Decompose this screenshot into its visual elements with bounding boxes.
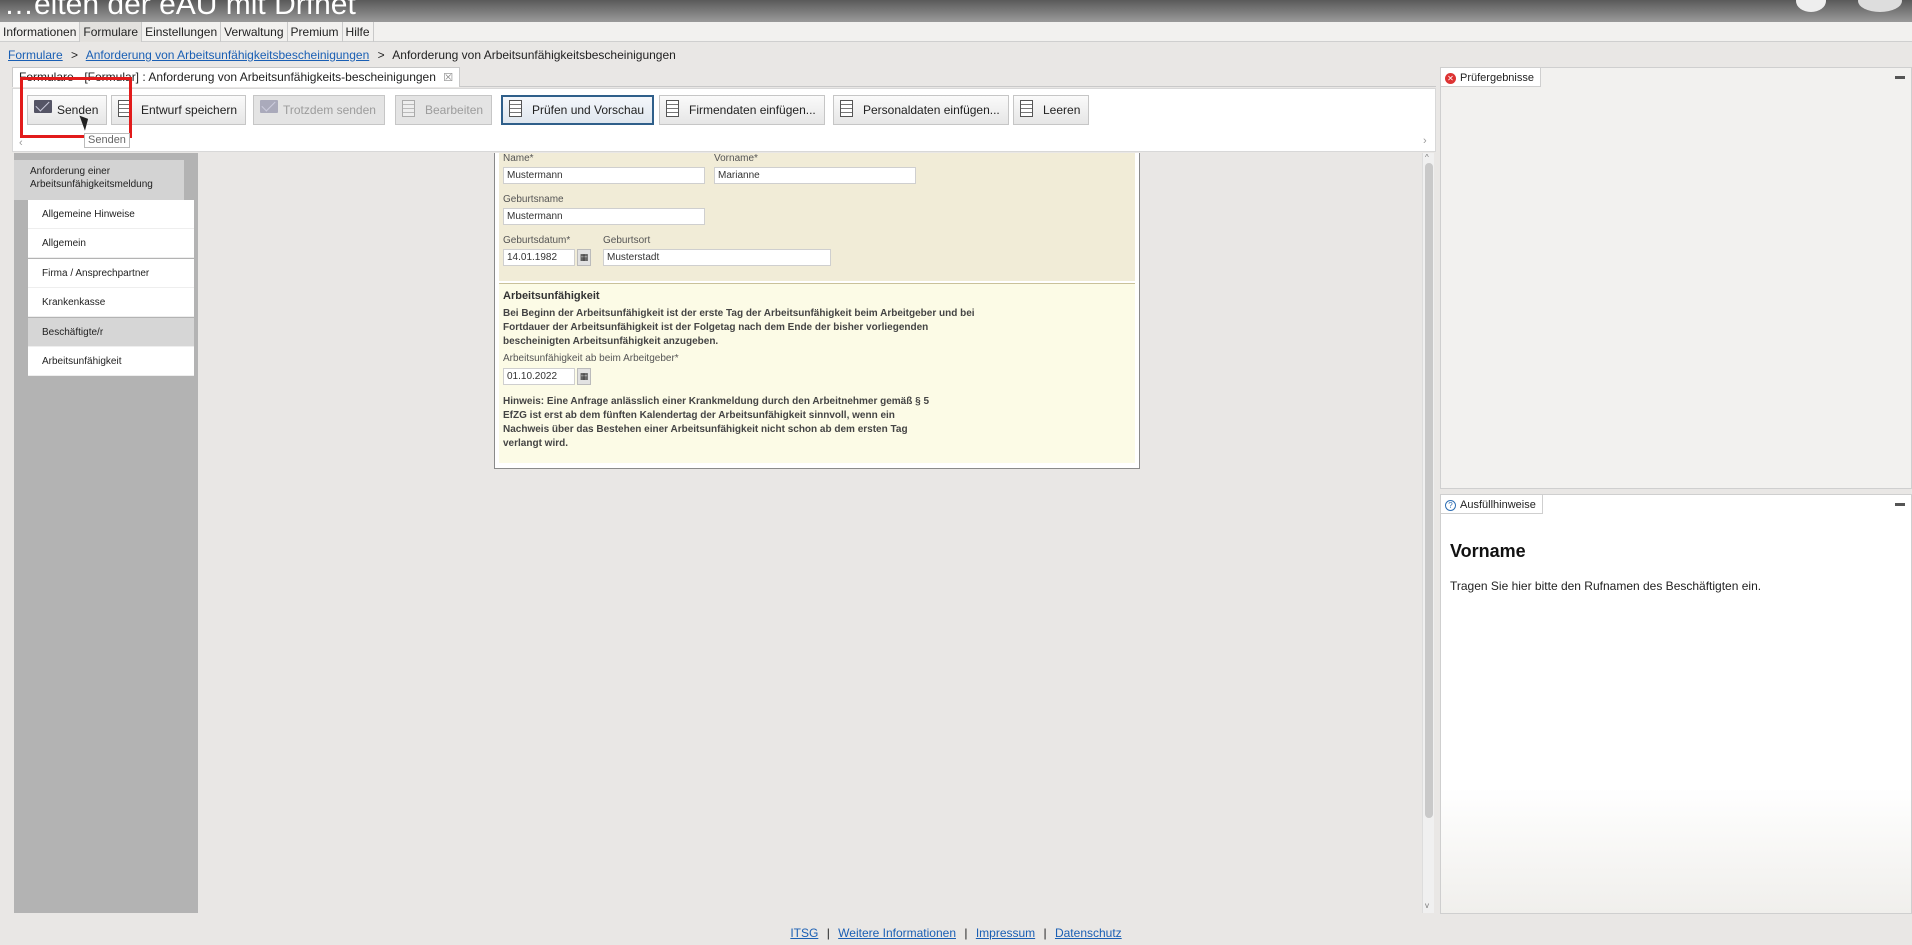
form-card: Name* Mustermann Vorname* Marianne Gebur… — [494, 153, 1140, 469]
hinweis-text: Hinweis: Eine Anfrage anlässlich einer K… — [503, 396, 930, 449]
close-icon[interactable]: ☒ — [443, 72, 453, 84]
footer-link-weitere-informationen[interactable]: Weitere Informationen — [838, 926, 956, 940]
document-icon — [666, 100, 679, 117]
editor-tab-bar: Formulare - [Formular] : Anforderung von… — [12, 67, 1436, 87]
nav-item-allgemeine-hinweise[interactable]: Allgemeine Hinweise — [28, 200, 194, 229]
chevron-down-icon[interactable]: v — [1425, 901, 1429, 910]
document-icon — [1020, 100, 1033, 117]
hints-tab[interactable]: ? Ausfüllhinweise — [1441, 495, 1543, 514]
save-draft-label: Entwurf speichern — [141, 103, 238, 117]
send-envelope-icon — [260, 100, 278, 113]
au-ab-field[interactable]: 01.10.2022 — [503, 368, 575, 385]
menu-premium[interactable]: Premium — [288, 22, 343, 42]
geburtsdatum-label: Geburtsdatum* — [503, 235, 571, 246]
footer-link-impressum[interactable]: Impressum — [976, 926, 1035, 940]
check-preview-label: Prüfen und Vorschau — [532, 103, 645, 117]
send-anyway-button[interactable]: Trotzdem senden — [253, 95, 385, 125]
document-icon — [509, 100, 522, 117]
video-control-icon[interactable] — [1796, 0, 1826, 12]
au-ab-label: Arbeitsunfähigkeit ab beim Arbeitgeber* — [503, 353, 679, 364]
vorname-field[interactable]: Marianne — [714, 167, 916, 184]
breadcrumb: Formulare > Anforderung von Arbeitsunfäh… — [8, 48, 676, 62]
results-tab[interactable]: ✕ Prüfergebnisse — [1441, 68, 1541, 87]
nav-item-beschaeftigte[interactable]: Beschäftigte/r — [28, 318, 194, 347]
clear-label: Leeren — [1043, 103, 1081, 117]
menu-einstellungen[interactable]: Einstellungen — [142, 22, 222, 42]
scrollbar-thumb[interactable] — [1425, 163, 1433, 818]
insert-personal-label: Personaldaten einfügen... — [863, 103, 1000, 117]
geburtsdatum-field[interactable]: 14.01.1982 — [503, 249, 575, 266]
hints-panel: ? Ausfüllhinweise ▬ Vorname Tragen Sie h… — [1440, 494, 1912, 914]
error-icon: ✕ — [1445, 72, 1456, 84]
video-title-bar: …eiten der eAU mit Drfnet — [0, 0, 1912, 22]
hint-heading: Vorname — [1450, 541, 1526, 561]
calendar-icon[interactable]: ▦ — [577, 249, 591, 266]
geburtsort-field[interactable]: Musterstadt — [603, 249, 831, 266]
video-title: …eiten der eAU mit Drfnet — [4, 0, 356, 21]
help-icon: ? — [1445, 499, 1456, 511]
edit-button[interactable]: Bearbeiten — [395, 95, 493, 125]
menu-formulare[interactable]: Formulare — [80, 22, 143, 42]
check-preview-button[interactable]: Prüfen und Vorschau — [501, 95, 655, 125]
geburtsname-label: Geburtsname — [503, 194, 564, 205]
calendar-icon[interactable]: ▦ — [577, 368, 591, 385]
minimize-icon[interactable]: ▬ — [1895, 71, 1905, 82]
menu-hilfe[interactable]: Hilfe — [343, 22, 374, 42]
vorname-label: Vorname* — [714, 153, 758, 164]
nav-header: Anforderung einer Arbeitsunfähigkeitsmel… — [14, 160, 184, 200]
breadcrumb-separator: > — [377, 48, 385, 62]
results-panel: ✕ Prüfergebnisse ▬ — [1440, 67, 1912, 489]
edit-label: Bearbeiten — [425, 103, 484, 117]
video-share-icon[interactable] — [1858, 0, 1902, 12]
name-field[interactable]: Mustermann — [503, 167, 705, 184]
nav-item-arbeitsunfaehigkeit[interactable]: Arbeitsunfähigkeit — [28, 347, 194, 376]
insert-company-label: Firmendaten einfügen... — [689, 103, 816, 117]
geburtsname-field[interactable]: Mustermann — [503, 208, 705, 225]
form-section-au: Arbeitsunfähigkeit Bei Beginn der Arbeit… — [499, 283, 1135, 463]
footer-separator: | — [826, 926, 830, 940]
nav-item-krankenkasse[interactable]: Krankenkasse — [28, 288, 194, 317]
chevron-up-icon[interactable]: ^ — [1425, 153, 1429, 162]
insert-company-data-button[interactable]: Firmendaten einfügen... — [659, 95, 825, 125]
menu-bar: Informationen Formulare Einstellungen Ve… — [0, 22, 1912, 42]
menu-informationen[interactable]: Informationen — [0, 22, 81, 42]
footer: ITSG | Weitere Informationen | Impressum… — [0, 924, 1912, 945]
footer-separator: | — [1043, 926, 1047, 940]
au-description: Bei Beginn der Arbeitsunfähigkeit ist de… — [503, 308, 975, 347]
au-section-title: Arbeitsunfähigkeit — [503, 290, 600, 302]
nav-item-firma[interactable]: Firma / Ansprechpartner — [28, 259, 194, 288]
breadcrumb-anforderung[interactable]: Anforderung von Arbeitsunfähigkeitsbesch… — [86, 48, 370, 62]
footer-link-datenschutz[interactable]: Datenschutz — [1055, 926, 1122, 940]
name-label: Name* — [503, 153, 534, 164]
footer-separator: | — [964, 926, 968, 940]
chevron-left-icon[interactable]: ‹ — [19, 137, 23, 149]
content-scrollbar[interactable]: ^ v — [1422, 153, 1434, 913]
hints-tab-label: Ausfüllhinweise — [1460, 499, 1536, 511]
document-icon — [402, 100, 415, 117]
send-anyway-label: Trotzdem senden — [283, 103, 376, 117]
breadcrumb-formulare[interactable]: Formulare — [8, 48, 63, 62]
results-tab-label: Prüfergebnisse — [1460, 72, 1534, 84]
chevron-right-icon[interactable]: › — [1423, 135, 1427, 147]
minimize-icon[interactable]: ▬ — [1895, 498, 1905, 509]
footer-link-itsg[interactable]: ITSG — [790, 926, 818, 940]
breadcrumb-separator: > — [71, 48, 79, 62]
nav-item-allgemein[interactable]: Allgemein — [28, 229, 194, 258]
insert-personal-data-button[interactable]: Personaldaten einfügen... — [833, 95, 1009, 125]
document-icon — [840, 100, 853, 117]
form-section-person: Name* Mustermann Vorname* Marianne Gebur… — [499, 153, 1135, 281]
highlight-annotation — [20, 77, 132, 138]
toolbar: Senden Entwurf speichern Trotzdem senden… — [12, 88, 1436, 152]
hint-text: Tragen Sie hier bitte den Rufnamen des B… — [1450, 579, 1762, 593]
tooltip: Senden — [84, 133, 130, 148]
menu-verwaltung[interactable]: Verwaltung — [221, 22, 288, 42]
clear-button[interactable]: Leeren — [1013, 95, 1090, 125]
geburtsort-label: Geburtsort — [603, 235, 651, 246]
breadcrumb-current: Anforderung von Arbeitsunfähigkeitsbesch… — [392, 48, 676, 62]
